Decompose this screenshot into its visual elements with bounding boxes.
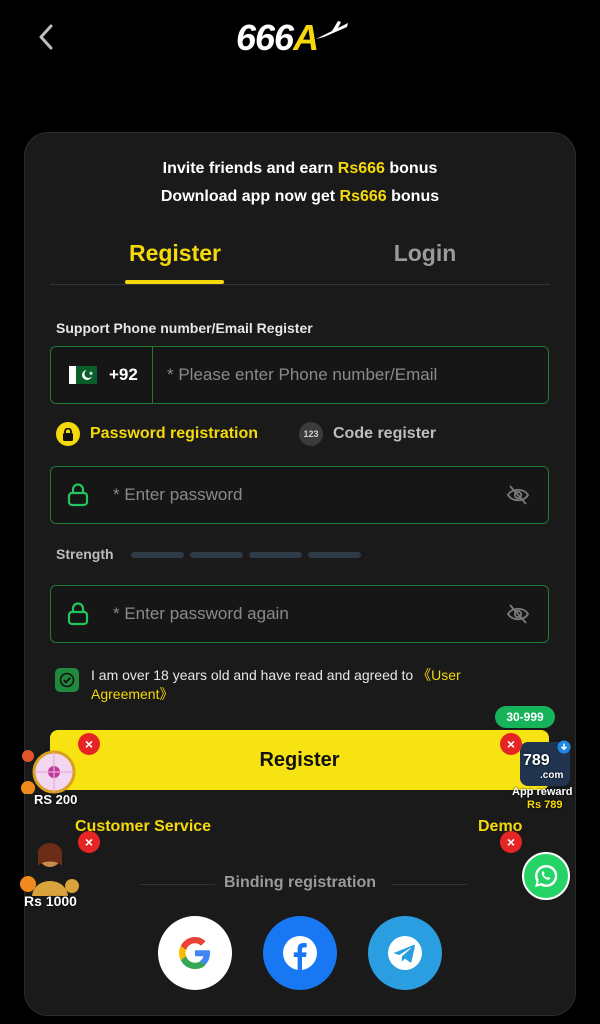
close-icon[interactable]: × (500, 831, 522, 853)
promo-line-2: Download app now get Rs666 bonus (160, 188, 440, 205)
app-reward-label: App reward (512, 786, 573, 798)
character-reward-label: Rs 1000 (24, 893, 77, 909)
facebook-icon (283, 936, 317, 970)
section-label: Support Phone number/Email Register (56, 320, 313, 336)
password-registration-label: Password registration (90, 425, 259, 442)
close-icon[interactable]: × (78, 733, 100, 755)
lock-icon (67, 483, 89, 507)
tab-register[interactable]: Register (75, 230, 275, 285)
lucky-wheel-promo[interactable]: RS 200 (20, 744, 90, 807)
app-brand: 789 (523, 752, 550, 769)
eye-off-icon[interactable] (506, 603, 530, 625)
lock-icon (56, 422, 80, 446)
confirm-password-input[interactable]: * Enter password again (113, 604, 289, 624)
password-registration-option[interactable]: Password registration (56, 422, 258, 446)
binding-registration-label: Binding registration (224, 874, 376, 891)
check-icon (59, 672, 75, 688)
register-button[interactable]: Register (50, 730, 549, 790)
phone-email-input[interactable]: * Please enter Phone number/Email (167, 365, 437, 385)
phone-email-field: +92 * Please enter Phone number/Email (50, 346, 549, 404)
facebook-login-button[interactable] (263, 916, 337, 990)
strength-bar (249, 552, 302, 558)
strength-bar (131, 552, 184, 558)
google-login-button[interactable] (158, 916, 232, 990)
lock-icon (67, 602, 89, 626)
close-icon[interactable]: × (500, 733, 522, 755)
brand-logo: 666A (236, 14, 376, 62)
app-reward-amount: Rs 789 (527, 799, 563, 811)
agreement-text: I am over 18 years old and have read and… (91, 667, 461, 702)
auth-tabs: Register Login (50, 230, 550, 285)
app-brand-sub: .com (540, 770, 564, 781)
agreement-row: I am over 18 years old and have read and… (55, 666, 535, 704)
password-field[interactable]: * Enter password (50, 466, 549, 524)
wheel-reward-label: RS 200 (34, 792, 78, 807)
password-strength-meter (131, 552, 361, 558)
whatsapp-button[interactable] (522, 852, 570, 900)
tab-login[interactable]: Login (325, 230, 525, 285)
reward-range-badge: 30-999 (495, 706, 555, 728)
code-register-label: Code register (333, 425, 437, 442)
country-code: +92 (109, 365, 138, 384)
telegram-login-button[interactable] (368, 916, 442, 990)
strength-label: Strength (56, 546, 114, 562)
character-avatar-icon (20, 843, 79, 896)
strength-bar (190, 552, 243, 558)
back-button[interactable] (32, 22, 60, 52)
close-icon[interactable]: × (78, 831, 100, 853)
password-input[interactable]: * Enter password (113, 485, 242, 505)
registration-options: Password registration 123 Code register (56, 422, 496, 450)
airplane-icon (316, 21, 349, 39)
google-icon (179, 937, 210, 969)
bonus-character-promo[interactable]: Rs 1000 (18, 840, 90, 912)
app-reward-promo[interactable]: 789 .com App reward Rs 789 (512, 738, 578, 814)
numeric-code-icon: 123 (299, 422, 323, 446)
prize-wheel-icon (21, 750, 76, 795)
code-register-option[interactable]: 123 Code register (299, 422, 436, 446)
active-tab-indicator (125, 280, 224, 284)
whatsapp-icon (535, 864, 558, 887)
agreement-checkbox[interactable] (55, 668, 79, 692)
eye-off-icon[interactable] (506, 484, 530, 506)
strength-bar (308, 552, 361, 558)
confirm-password-field[interactable]: * Enter password again (50, 585, 549, 643)
download-icon (557, 740, 571, 754)
country-code-selector[interactable]: +92 (51, 347, 153, 403)
promo-line-1: Invite friends and earn Rs666 bonus (162, 160, 438, 177)
chevron-left-icon (39, 24, 53, 50)
pakistan-flag-icon (69, 366, 97, 384)
telegram-icon (388, 936, 422, 970)
